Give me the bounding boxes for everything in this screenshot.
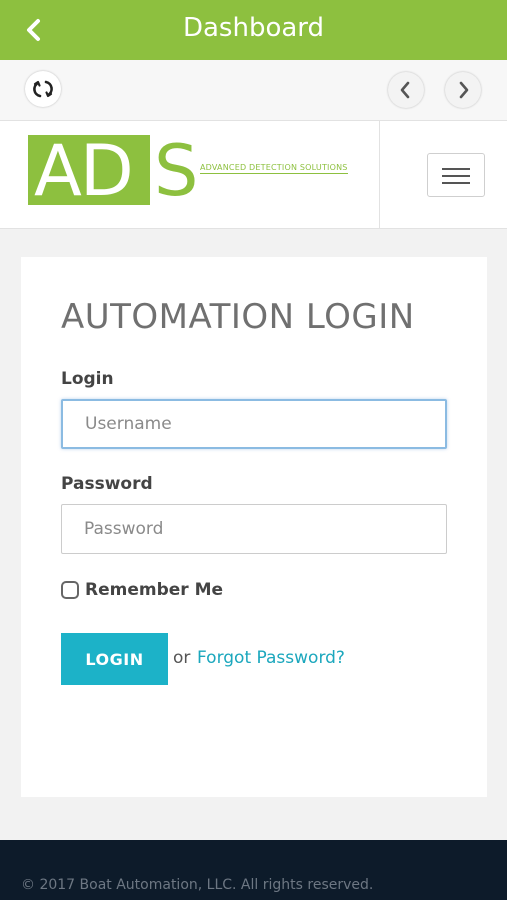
header-divider: [379, 121, 380, 228]
login-heading: AUTOMATION LOGIN: [61, 297, 415, 337]
logo-tagline: ADVANCED DETECTION SOLUTIONS: [200, 163, 348, 174]
hamburger-menu-icon: [442, 175, 470, 177]
password-input[interactable]: [61, 504, 447, 554]
chevron-right-icon: [459, 81, 469, 99]
site-footer: © 2017 Boat Automation, LLC. All rights …: [0, 840, 507, 900]
username-label: Login: [61, 369, 114, 389]
logo-letter-s: S: [154, 130, 199, 212]
copyright-text: © 2017 Boat Automation, LLC. All rights …: [21, 877, 374, 893]
site-header: AD S ADVANCED DETECTION SOLUTIONS: [0, 120, 507, 229]
forgot-password-link[interactable]: Forgot Password?: [197, 648, 345, 668]
next-page-button[interactable]: [445, 72, 481, 108]
logo-letters-ad: AD: [34, 130, 134, 212]
hamburger-menu-button[interactable]: [427, 153, 485, 197]
hamburger-menu-icon: [442, 168, 470, 170]
chevron-left-icon: [400, 81, 410, 99]
remember-me-label[interactable]: Remember Me: [85, 580, 223, 600]
login-card: AUTOMATION LOGIN Login Password Remember…: [21, 257, 487, 797]
title-bar: Dashboard: [0, 0, 507, 60]
page-title: Dashboard: [182, 13, 325, 43]
or-text: or: [173, 648, 191, 668]
ads-logo[interactable]: AD S ADVANCED DETECTION SOLUTIONS: [28, 131, 350, 211]
refresh-icon: [33, 80, 53, 98]
hamburger-menu-icon: [442, 182, 470, 184]
username-input[interactable]: [61, 399, 447, 449]
remember-me-checkbox[interactable]: [61, 581, 79, 599]
refresh-button[interactable]: [25, 71, 61, 107]
previous-page-button[interactable]: [388, 72, 424, 108]
remember-me-row[interactable]: Remember Me: [61, 580, 223, 600]
browser-nav-row: [0, 60, 507, 120]
password-label: Password: [61, 474, 153, 494]
login-button[interactable]: LOGIN: [61, 633, 168, 685]
